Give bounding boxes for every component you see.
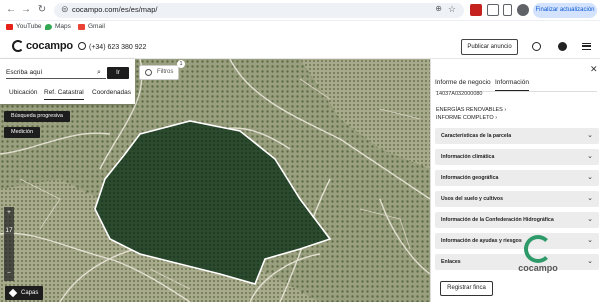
back-icon[interactable]: ← [5, 4, 17, 16]
profile-avatar[interactable] [517, 4, 529, 16]
progressive-search-button[interactable]: Búsqueda progresiva [4, 111, 70, 122]
tab-ubicacion[interactable]: Ubicación [9, 89, 38, 96]
publish-ad-button[interactable]: Publicar anuncio [461, 39, 518, 55]
chevron-down-icon: ⌄ [587, 216, 593, 223]
measure-button[interactable]: Medición [4, 127, 41, 138]
cocampo-logo[interactable]: cocampo [12, 40, 73, 52]
filter-button[interactable]: Filtros [139, 65, 179, 80]
logo-text: cocampo [26, 40, 73, 52]
tab-information[interactable]: Información [495, 79, 529, 91]
update-button[interactable]: Finalizar actualización [533, 3, 597, 18]
bookmarks-bar: YouTube Maps Gmail [0, 21, 600, 35]
search-input[interactable]: Escriba aquí [6, 69, 106, 79]
address-bar[interactable]: ⊜ cocampo.com/es/es/map/ ⊕ ☆ [54, 3, 464, 18]
zoom-icon[interactable]: ⊕ [435, 4, 442, 13]
extension-icon[interactable] [470, 4, 482, 16]
bookmark-youtube[interactable]: YouTube [6, 23, 42, 30]
phone-contact[interactable]: (+34) 623 380 922 [78, 42, 146, 51]
tab-business-report[interactable]: Informe de negocio [435, 79, 491, 86]
chevron-down-icon: ⌄ [587, 237, 593, 244]
section-hydrographic-info[interactable]: Información de la Confederación Hidrográ… [435, 212, 599, 228]
search-icon[interactable]: ⌕ [97, 69, 101, 77]
tab-ref-catastral[interactable]: Ref. Catastral [44, 89, 84, 100]
whatsapp-icon [78, 42, 86, 50]
zoom-out-button[interactable]: − [4, 270, 14, 277]
user-icon[interactable] [558, 42, 567, 51]
url-text: cocampo.com/es/es/map/ [72, 5, 158, 14]
zoom-level: 17 [5, 227, 13, 234]
bookmark-maps[interactable]: Maps [45, 23, 71, 30]
cocampo-watermark: cocampo [516, 235, 560, 273]
renewable-energy-link[interactable]: ENERGÍAS RENOVABLES › [436, 107, 506, 113]
app-header: cocampo (+34) 623 380 922 Publicar anunc… [0, 35, 600, 59]
cadastral-reference: 14037A032000080 [436, 91, 483, 97]
youtube-icon [6, 23, 13, 30]
globe-icon[interactable] [532, 42, 541, 51]
chevron-down-icon: ⌄ [587, 258, 593, 265]
tab-coordenadas[interactable]: Coordenadas [92, 89, 131, 96]
chevron-right-icon: › [504, 107, 507, 113]
chevron-down-icon: ⌄ [587, 153, 593, 160]
forward-icon[interactable]: → [20, 4, 32, 16]
bookmark-star-icon[interactable]: ☆ [448, 4, 456, 15]
chevron-down-icon: ⌄ [587, 132, 593, 139]
extensions-puzzle-icon[interactable] [487, 4, 499, 16]
filter-count-badge: 1 [177, 60, 185, 68]
section-land-use[interactable]: Usos del suelo y cultivos ⌄ [435, 191, 599, 207]
reload-icon[interactable]: ↻ [36, 4, 48, 16]
chevron-right-icon: › [495, 115, 498, 121]
watermark-logo-icon [524, 235, 552, 263]
side-panel-icon[interactable] [503, 4, 512, 16]
maps-icon [45, 23, 52, 30]
info-side-panel: ✕ Informe de negocio Información 14037A0… [430, 59, 600, 302]
section-climate-info[interactable]: Información climática ⌄ [435, 149, 599, 165]
chevron-down-icon: ⌄ [587, 195, 593, 202]
close-icon[interactable]: ✕ [590, 64, 598, 75]
section-geographic-info[interactable]: Información geográfica ⌄ [435, 170, 599, 186]
filter-icon [145, 69, 152, 76]
zoom-in-button[interactable]: + [4, 209, 14, 216]
gmail-icon [78, 23, 85, 30]
search-go-button[interactable]: Ir [107, 67, 129, 79]
search-tabs: Ubicación Ref. Catastral Coordenadas [0, 84, 135, 104]
section-plot-characteristics[interactable]: Características de la parcela ⌄ [435, 128, 599, 144]
chevron-down-icon: ⌄ [587, 174, 593, 181]
register-property-button[interactable]: Registrar finca [440, 281, 493, 296]
bookmark-gmail[interactable]: Gmail [78, 23, 105, 30]
zoom-control: + 17 − [4, 207, 14, 281]
layers-button[interactable]: Capas [5, 286, 43, 300]
browser-toolbar: ← → ↻ ⊜ cocampo.com/es/es/map/ ⊕ ☆ Final… [0, 0, 600, 21]
logo-mark-icon [12, 40, 24, 52]
layers-icon [8, 288, 18, 298]
full-report-link[interactable]: INFORME COMPLETO › [436, 115, 497, 121]
site-info-icon[interactable]: ⊜ [61, 4, 69, 15]
menu-icon[interactable] [582, 43, 591, 50]
